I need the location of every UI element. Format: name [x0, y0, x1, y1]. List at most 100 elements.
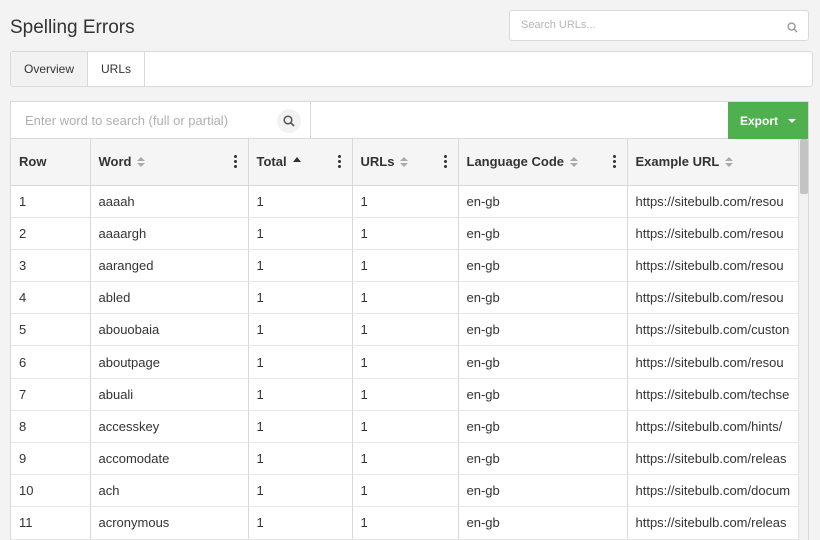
cell-language-code: en-gb — [458, 474, 628, 508]
cell-example-url[interactable]: https://sitebulb.com/resou — [627, 249, 802, 283]
word-search-button[interactable] — [277, 109, 301, 133]
cell-urls: 1 — [352, 281, 459, 315]
cell-language-code: en-gb — [458, 249, 628, 283]
cell-urls: 1 — [352, 249, 459, 283]
cell-row: 8 — [11, 410, 91, 444]
scrollbar-thumb[interactable] — [800, 139, 808, 194]
cell-total: 1 — [248, 281, 353, 315]
cell-example-url[interactable]: https://sitebulb.com/techse — [627, 378, 802, 411]
search-icon[interactable] — [787, 20, 798, 38]
cell-row: 4 — [11, 281, 91, 315]
spelling-errors-table: Row Word Total URLs Language Code Exampl… — [11, 139, 802, 540]
cell-total: 1 — [248, 378, 353, 411]
cell-example-url[interactable]: https://sitebulb.com/resou — [627, 281, 802, 315]
cell-example-url[interactable]: https://sitebulb.com/resou — [627, 185, 802, 218]
cell-example-url[interactable]: https://sitebulb.com/resou — [627, 217, 802, 250]
table-row[interactable]: 5 abouobaia 1 1 en-gb https://sitebulb.com/cu… — [11, 313, 802, 347]
sort-icon[interactable] — [570, 156, 579, 167]
cell-example-url[interactable]: https://sitebulb.com/releas — [627, 506, 802, 540]
cell-row: 2 — [11, 217, 91, 250]
caret-down-icon — [788, 118, 796, 123]
cell-urls: 1 — [352, 474, 459, 508]
url-search-input[interactable] — [521, 19, 776, 31]
cell-word: aaaargh — [90, 217, 249, 250]
cell-urls: 1 — [352, 217, 459, 250]
cell-urls: 1 — [352, 442, 459, 476]
table-row[interactable]: 1 aaaah 1 1 en-gb https://sitebulb.com/resou — [11, 185, 802, 218]
cell-language-code: en-gb — [458, 345, 628, 379]
cell-example-url[interactable]: https://sitebulb.com/docum — [627, 474, 802, 508]
table-row[interactable]: 3 aaranged 1 1 en-gb https://sitebulb.com/res… — [11, 249, 802, 283]
export-button[interactable]: Export — [728, 102, 808, 139]
cell-language-code: en-gb — [458, 281, 628, 315]
cell-row: 10 — [11, 474, 91, 508]
table-row[interactable]: 10 ach 1 1 en-gb https://sitebulb.com/docum — [11, 474, 802, 508]
cell-row: 6 — [11, 345, 91, 379]
cell-total: 1 — [248, 442, 353, 476]
column-header-row[interactable]: Row — [11, 139, 91, 186]
kebab-menu-icon[interactable] — [335, 155, 344, 169]
cell-word: aaranged — [90, 249, 249, 283]
column-header-language-code[interactable]: Language Code — [458, 139, 628, 186]
cell-language-code: en-gb — [458, 217, 628, 250]
cell-total: 1 — [248, 506, 353, 540]
export-label: Export — [739, 113, 778, 128]
cell-urls: 1 — [352, 506, 459, 540]
word-search-box — [11, 102, 311, 139]
column-header-example-url[interactable]: Example URL — [627, 139, 802, 186]
cell-total: 1 — [248, 185, 353, 218]
table-row[interactable]: 8 accesskey 1 1 en-gb https://sitebulb.com/hi… — [11, 410, 802, 444]
table-row[interactable]: 9 accomodate 1 1 en-gb https://sitebulb.com/r… — [11, 442, 802, 476]
column-header-word[interactable]: Word — [90, 139, 249, 186]
cell-language-code: en-gb — [458, 442, 628, 476]
kebab-menu-icon[interactable] — [231, 155, 240, 169]
sort-icon[interactable] — [400, 156, 409, 167]
table-header-row: Row Word Total URLs Language Code Exampl… — [11, 139, 802, 186]
cell-total: 1 — [248, 313, 353, 347]
column-header-urls[interactable]: URLs — [352, 139, 459, 186]
cell-total: 1 — [248, 249, 353, 283]
cell-word: aboutpage — [90, 345, 249, 379]
tab-overview[interactable]: Overview — [11, 52, 89, 86]
cell-row: 3 — [11, 249, 91, 283]
cell-word: acronymous — [90, 506, 249, 540]
cell-urls: 1 — [352, 345, 459, 379]
table-row[interactable]: 4 abled 1 1 en-gb https://sitebulb.com/resou — [11, 281, 802, 315]
kebab-menu-icon[interactable] — [610, 155, 619, 169]
cell-total: 1 — [248, 474, 353, 508]
table-row[interactable]: 7 abuali 1 1 en-gb https://sitebulb.com/techs… — [11, 378, 802, 411]
tab-urls[interactable]: URLs — [88, 52, 146, 86]
table-toolbar: Export — [11, 102, 808, 139]
column-header-total[interactable]: Total — [248, 139, 353, 186]
sort-icon[interactable] — [725, 156, 734, 167]
cell-example-url[interactable]: https://sitebulb.com/releas — [627, 442, 802, 476]
data-panel: Export Row Word — [10, 101, 809, 540]
cell-urls: 1 — [352, 313, 459, 347]
cell-language-code: en-gb — [458, 185, 628, 218]
cell-word: abled — [90, 281, 249, 315]
cell-language-code: en-gb — [458, 378, 628, 411]
url-search-box[interactable] — [509, 10, 809, 41]
cell-language-code: en-gb — [458, 506, 628, 540]
cell-word: accomodate — [90, 442, 249, 476]
sort-icon[interactable] — [137, 156, 146, 167]
sort-ascending-icon[interactable] — [292, 157, 301, 163]
cell-urls: 1 — [352, 378, 459, 411]
cell-word: abuali — [90, 378, 249, 411]
page-title: Spelling Errors — [10, 17, 135, 38]
cell-word: ach — [90, 474, 249, 508]
table-row[interactable]: 2 aaaargh 1 1 en-gb https://sitebulb.com/reso… — [11, 217, 802, 250]
word-search-input[interactable] — [25, 113, 275, 128]
cell-word: accesskey — [90, 410, 249, 444]
kebab-menu-icon[interactable] — [441, 155, 450, 169]
cell-urls: 1 — [352, 410, 459, 444]
table-row[interactable]: 6 aboutpage 1 1 en-gb https://sitebulb.com/re… — [11, 345, 802, 379]
cell-row: 1 — [11, 185, 91, 218]
table-row[interactable]: 11 acronymous 1 1 en-gb https://sitebulb.com/… — [11, 506, 802, 540]
vertical-scrollbar[interactable] — [798, 139, 808, 540]
cell-example-url[interactable]: https://sitebulb.com/hints/ — [627, 410, 802, 444]
cell-word: abouobaia — [90, 313, 249, 347]
cell-total: 1 — [248, 345, 353, 379]
cell-example-url[interactable]: https://sitebulb.com/resou — [627, 345, 802, 379]
cell-example-url[interactable]: https://sitebulb.com/custon — [627, 313, 802, 347]
